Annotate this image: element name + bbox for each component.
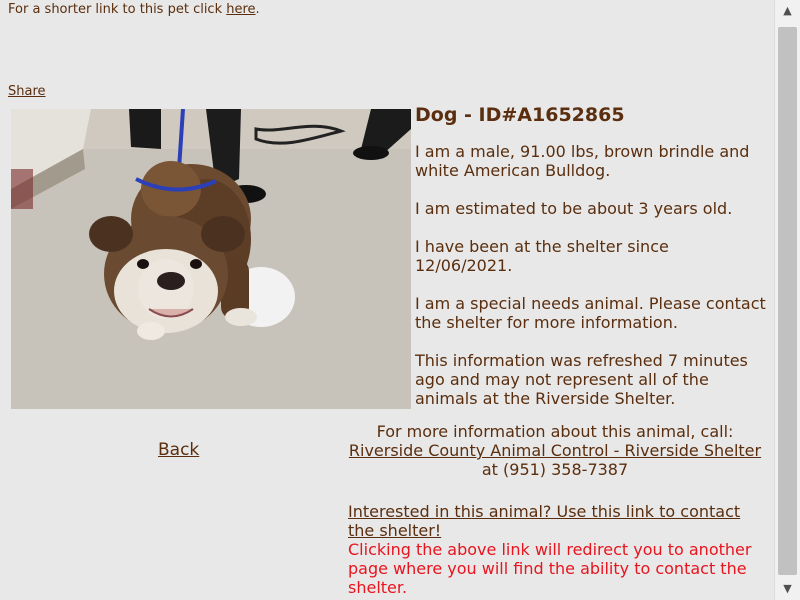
pet-title: Dog - ID#A1652865	[415, 104, 625, 126]
contact-block: For more information about this animal, …	[348, 422, 762, 597]
scrollbar-thumb[interactable]	[778, 27, 797, 575]
share-link[interactable]: Share	[8, 84, 46, 99]
scroll-up-arrow-icon[interactable]: ▲	[775, 0, 800, 22]
more-info-text: For more information about this animal, …	[376, 422, 734, 441]
pet-photo	[11, 109, 411, 409]
vertical-scrollbar[interactable]: ▲ ▼	[774, 0, 800, 600]
pet-age: I am estimated to be about 3 years old.	[415, 199, 733, 218]
pet-description: I am a male, 91.00 lbs, brown brindle an…	[415, 142, 750, 180]
shelter-phone: (951) 358-7387	[503, 460, 629, 479]
share-container: Share	[8, 84, 46, 99]
dog-photo-illustration	[11, 109, 411, 409]
redirect-note: Clicking the above link will redirect yo…	[348, 540, 752, 597]
pet-detail-page: For a shorter link to this pet click her…	[0, 0, 800, 600]
phone-prefix: at	[481, 460, 504, 479]
short-link-suffix: .	[255, 2, 260, 17]
shelter-link[interactable]: Riverside County Animal Control - Rivers…	[349, 441, 761, 460]
contact-shelter-link[interactable]: Interested in this animal? Use this link…	[348, 502, 740, 540]
more-info-section: For more information about this animal, …	[348, 422, 762, 479]
short-link-line: For a shorter link to this pet click her…	[8, 2, 260, 17]
pet-info: Dog - ID#A1652865 I am a male, 91.00 lbs…	[415, 103, 767, 427]
short-link-prefix: For a shorter link to this pet click	[8, 2, 227, 17]
scroll-down-arrow-icon[interactable]: ▼	[775, 578, 800, 600]
pet-shelter-since: I have been at the shelter since 12/06/2…	[415, 237, 669, 275]
back-link[interactable]: Back	[158, 440, 199, 460]
pet-special-needs: I am a special needs animal. Please cont…	[415, 294, 766, 332]
shelter-contact-line: Riverside County Animal Control - Rivers…	[348, 441, 762, 479]
pet-refresh-note: This information was refreshed 7 minutes…	[415, 351, 748, 408]
short-link-here[interactable]: here	[226, 2, 255, 17]
interest-section: Interested in this animal? Use this link…	[348, 502, 762, 597]
